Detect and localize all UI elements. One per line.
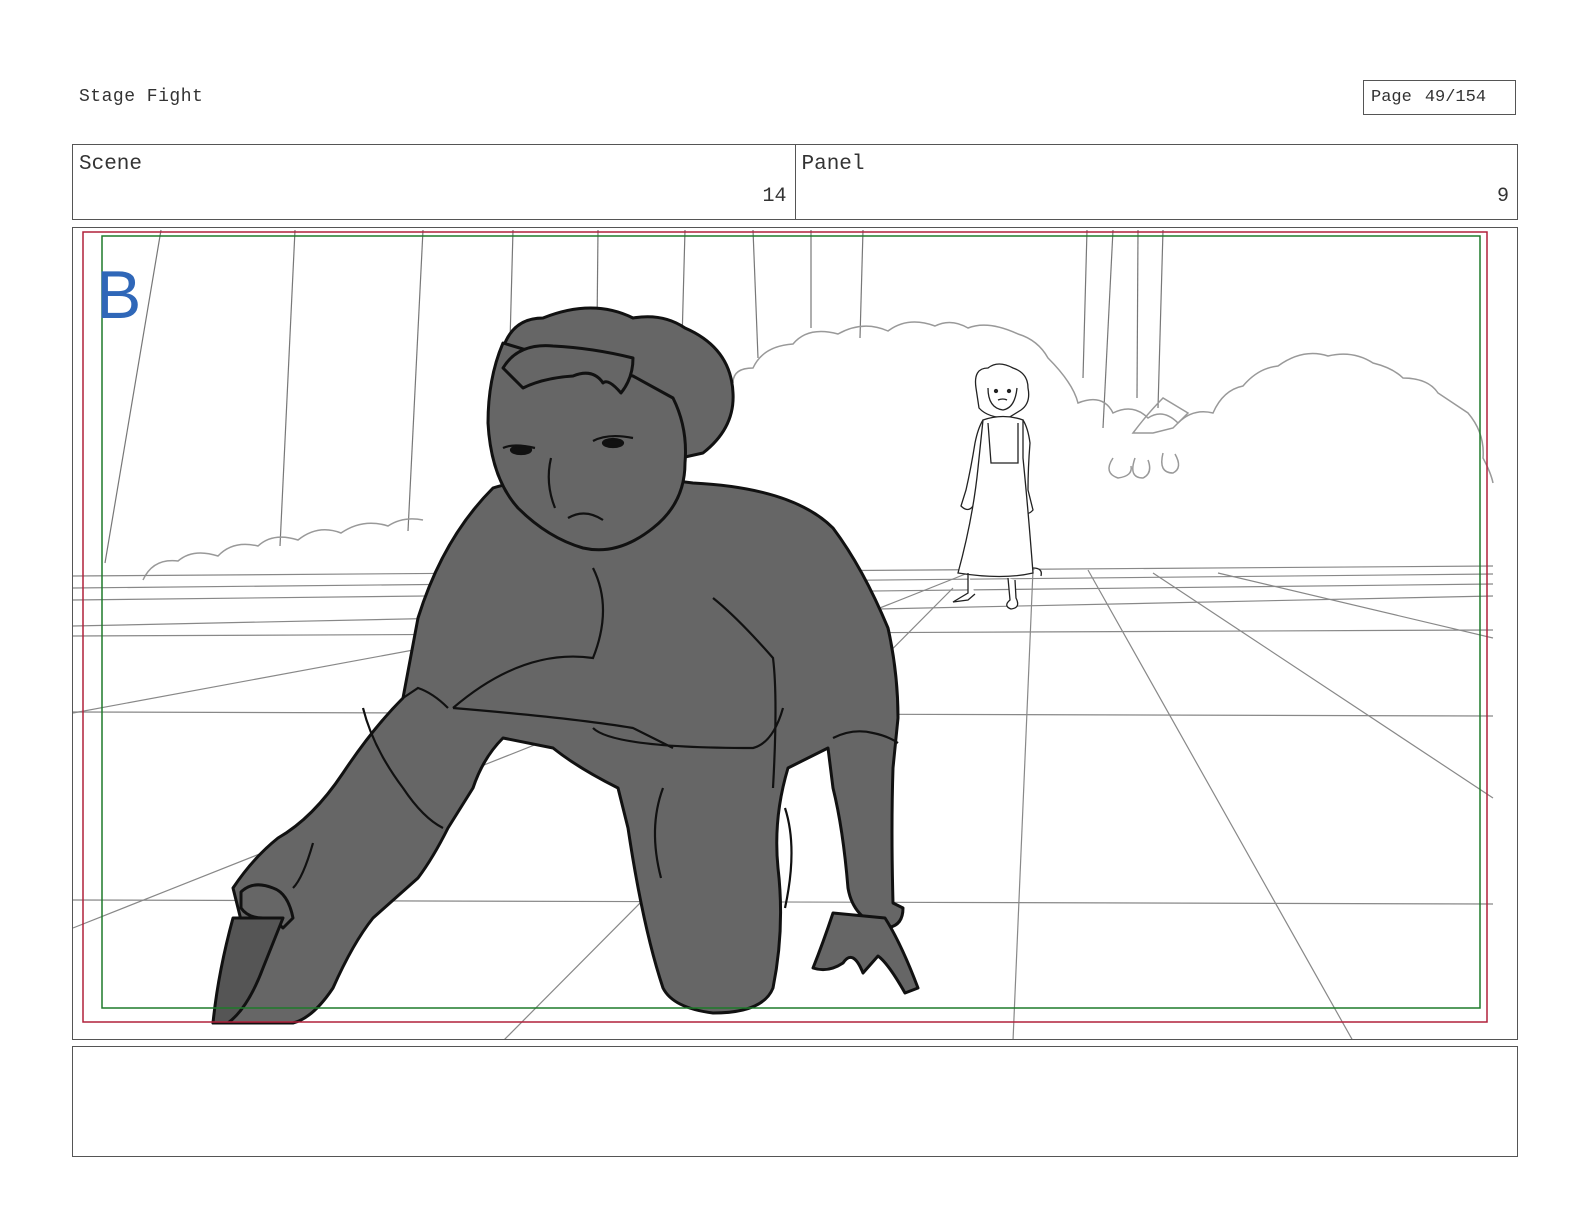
page-indicator: Page 49/154	[1363, 80, 1516, 115]
scene-label: Scene	[79, 153, 143, 176]
document-title: Stage Fight	[79, 87, 204, 107]
storyboard-panel: B	[72, 227, 1518, 1040]
foreground-crouching-figure	[211, 306, 920, 1025]
panel-notes	[72, 1046, 1518, 1157]
panel-number: 9	[1496, 185, 1509, 208]
page-label: Page	[1371, 88, 1412, 107]
shot-letter: B	[96, 257, 141, 333]
panel-header: Scene 14 Panel 9	[72, 144, 1518, 220]
page-number: 49/154	[1424, 88, 1487, 107]
panel-drawing: B	[73, 229, 1494, 1039]
background-girl-figure	[952, 363, 1042, 610]
panel-cell: Panel 9	[794, 145, 1518, 219]
scene-cell: Scene 14	[73, 145, 795, 219]
scene-number: 14	[762, 185, 787, 208]
panel-label: Panel	[801, 153, 865, 176]
